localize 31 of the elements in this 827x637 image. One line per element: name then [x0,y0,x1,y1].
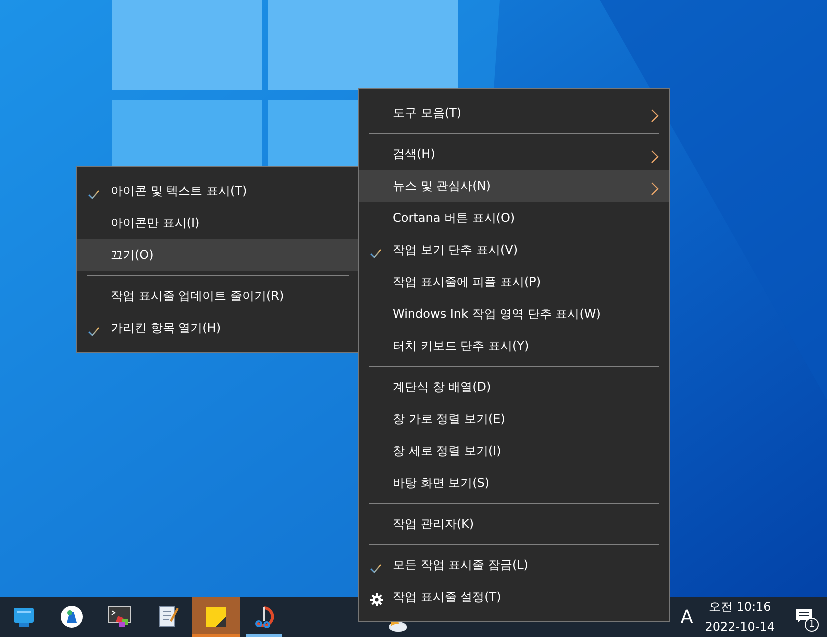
notification-count: 1 [805,618,819,632]
menu-item[interactable]: 터치 키보드 단추 표시(Y) [359,330,669,362]
menu-item[interactable]: 창 세로 정렬 보기(I) [359,435,669,467]
menu-item[interactable]: 검색(H) [359,138,669,170]
menu-item[interactable]: 바탕 화면 보기(S) [359,467,669,499]
menu-item[interactable]: 작업 표시줄에 피플 표시(P) [359,266,669,298]
menu-item[interactable]: 창 가로 정렬 보기(E) [359,403,669,435]
menu-item[interactable]: 끄기(O) [77,239,359,271]
taskbar-app-button[interactable] [192,597,240,637]
notification-button[interactable]: 1 [791,602,821,632]
menu-item[interactable]: 작업 표시줄 업데이트 줄이기(R) [77,280,359,312]
menu-item[interactable]: 가리킨 항목 열기(H) [77,312,359,344]
menu-item[interactable]: 모든 작업 표시줄 잠금(L) [359,549,669,581]
menu-item[interactable]: 계단식 창 배열(D) [359,371,669,403]
menu-item[interactable]: 작업 표시줄 설정(T) [359,581,669,613]
menu-item[interactable]: 아이콘만 표시(I) [77,207,359,239]
time-text: 오전 10:16 [708,599,772,616]
terminal-icon [108,605,132,630]
menu-item[interactable]: 아이콘 및 텍스트 표시(T) [77,175,359,207]
input-indicator[interactable]: A [680,604,694,630]
menu-item[interactable]: 뉴스 및 관심사(N) [359,170,669,202]
menu-item[interactable]: 도구 모음(T) [359,97,669,129]
menu-item[interactable]: 작업 관리자(K) [359,508,669,540]
menu-item[interactable]: Cortana 버튼 표시(O) [359,202,669,234]
app-icon [60,605,84,630]
menu-item[interactable]: 작업 보기 단추 표시(V) [359,234,669,266]
clock[interactable]: 오전 10:16 2022-10-14 [705,597,775,637]
sticky-note-icon [204,605,228,630]
menu-item[interactable]: Windows Ink 작업 영역 단추 표시(W) [359,298,669,330]
monitor-icon [12,605,36,630]
date-text: 2022-10-14 [705,619,775,636]
